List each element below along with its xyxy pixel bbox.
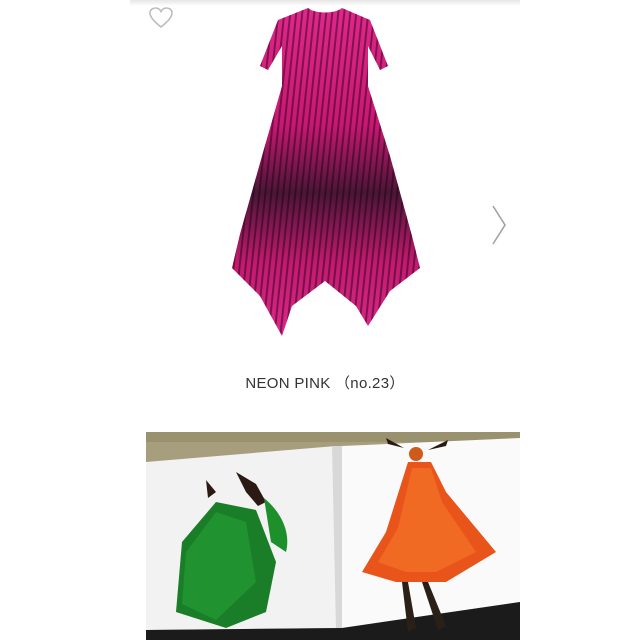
chevron-right-icon[interactable] [490,204,508,246]
pleated-dress-image [232,8,420,336]
product-image-card: NEON PINK （no.23） [130,0,520,410]
photobook-image [146,432,520,640]
product-caption: NEON PINK （no.23） [245,375,405,392]
heart-icon[interactable] [148,6,174,30]
